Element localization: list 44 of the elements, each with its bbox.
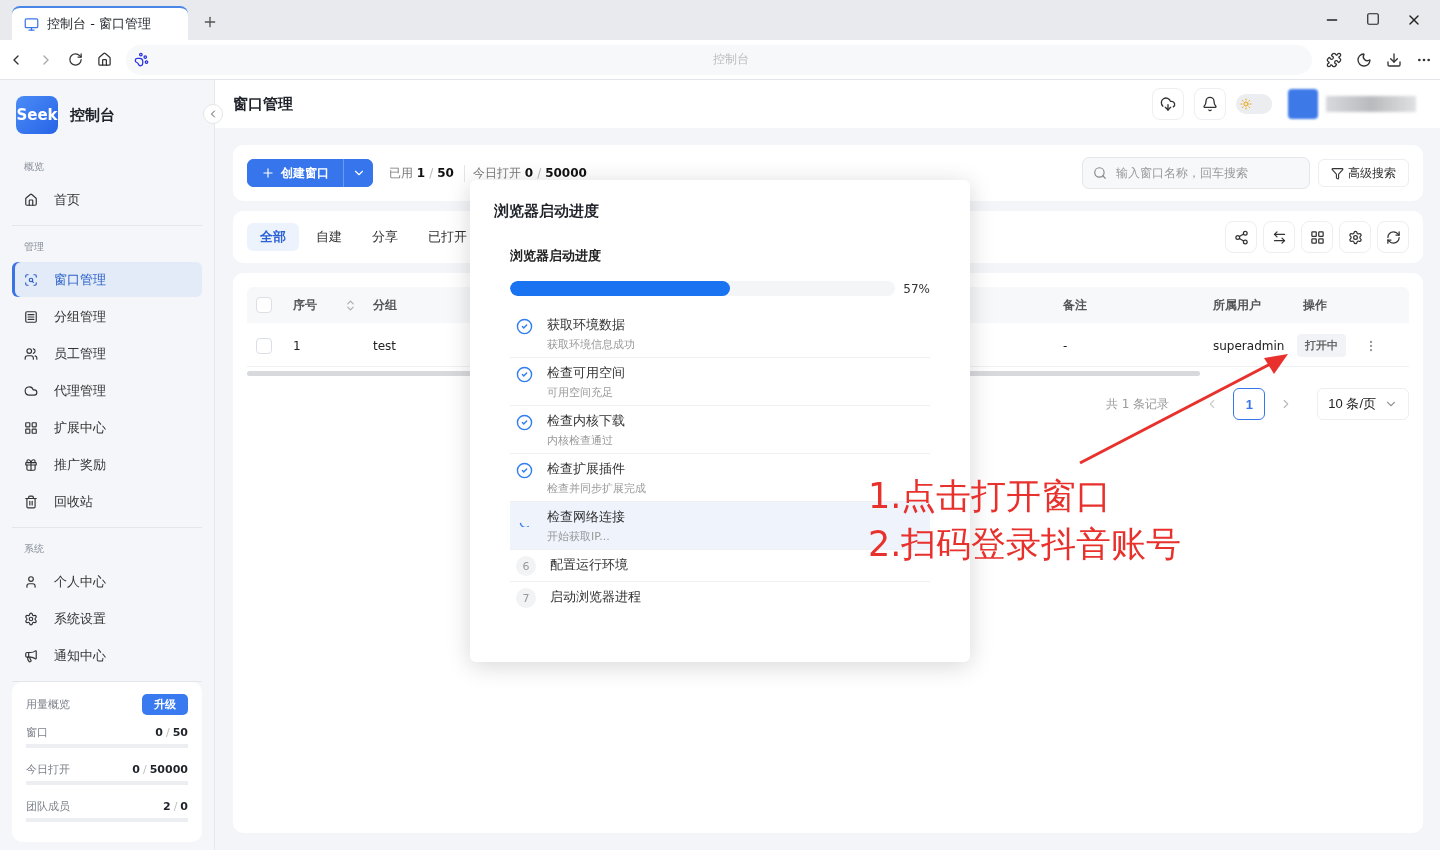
step-number: 7 <box>516 588 536 608</box>
column-header: 操作 <box>1303 296 1327 314</box>
usage-value: 0 / 50 <box>155 726 188 739</box>
usage-stat: 已用 1 / 50 <box>389 164 455 182</box>
step-title: 检查可用空间 <box>547 364 625 382</box>
step-detail: 获取环境信息成功 <box>547 337 635 352</box>
column-header: 序号 <box>293 296 317 314</box>
step-title: 检查内核下载 <box>547 412 625 430</box>
total-count: 共 1 条记录 <box>1106 395 1170 413</box>
annotation-text: 2.扫码登录抖音账号 <box>868 523 1182 566</box>
progress-reading: 57% <box>903 281 930 296</box>
usage-label: 团队成员 <box>26 799 70 814</box>
brand-title: 控制台 <box>70 105 115 125</box>
step-title: 启动浏览器进程 <box>550 588 641 606</box>
section-heading: 概览 <box>23 160 45 174</box>
step-title: 检查网络连接 <box>547 508 625 526</box>
step-title: 检查扩展插件 <box>547 460 626 478</box>
table-cell: - <box>1063 338 1068 353</box>
step-number: 6 <box>516 556 536 576</box>
dialog-title: 浏览器启动进度 <box>494 202 600 221</box>
usage-title: 用量概览 <box>26 697 70 712</box>
section-heading: 系统 <box>23 542 45 556</box>
step-detail: 可用空间充足 <box>547 385 614 400</box>
column-header: 所属用户 <box>1213 296 1261 314</box>
progress-label: 浏览器启动进度 <box>510 247 602 265</box>
logo: Seek <box>16 96 58 134</box>
step-detail: 开始获取IP... <box>547 529 611 544</box>
step-detail: 检查并同步扩展完成 <box>547 481 646 496</box>
tab-title: 控制台 - 窗口管理 <box>47 15 151 33</box>
usage-label: 窗口 <box>26 725 48 740</box>
column-header: 分组 <box>373 296 397 314</box>
table-cell: superadmin <box>1213 338 1285 353</box>
usage-value: 0 / 50000 <box>132 763 188 776</box>
table-cell: 1 <box>293 338 301 353</box>
step-title: 配置运行环境 <box>550 556 628 574</box>
section-heading: 管理 <box>23 240 45 254</box>
column-header: 备注 <box>1063 296 1087 314</box>
usage-value: 2 / 0 <box>162 800 188 813</box>
step-title: 获取环境数据 <box>547 316 626 334</box>
page-title: 窗口管理 <box>233 94 294 114</box>
usage-label: 今日打开 <box>26 762 70 777</box>
step-detail: 内核检查通过 <box>547 433 614 448</box>
annotation-text: 1.点击打开窗口 <box>868 475 1113 518</box>
table-cell: test <box>373 338 397 353</box>
